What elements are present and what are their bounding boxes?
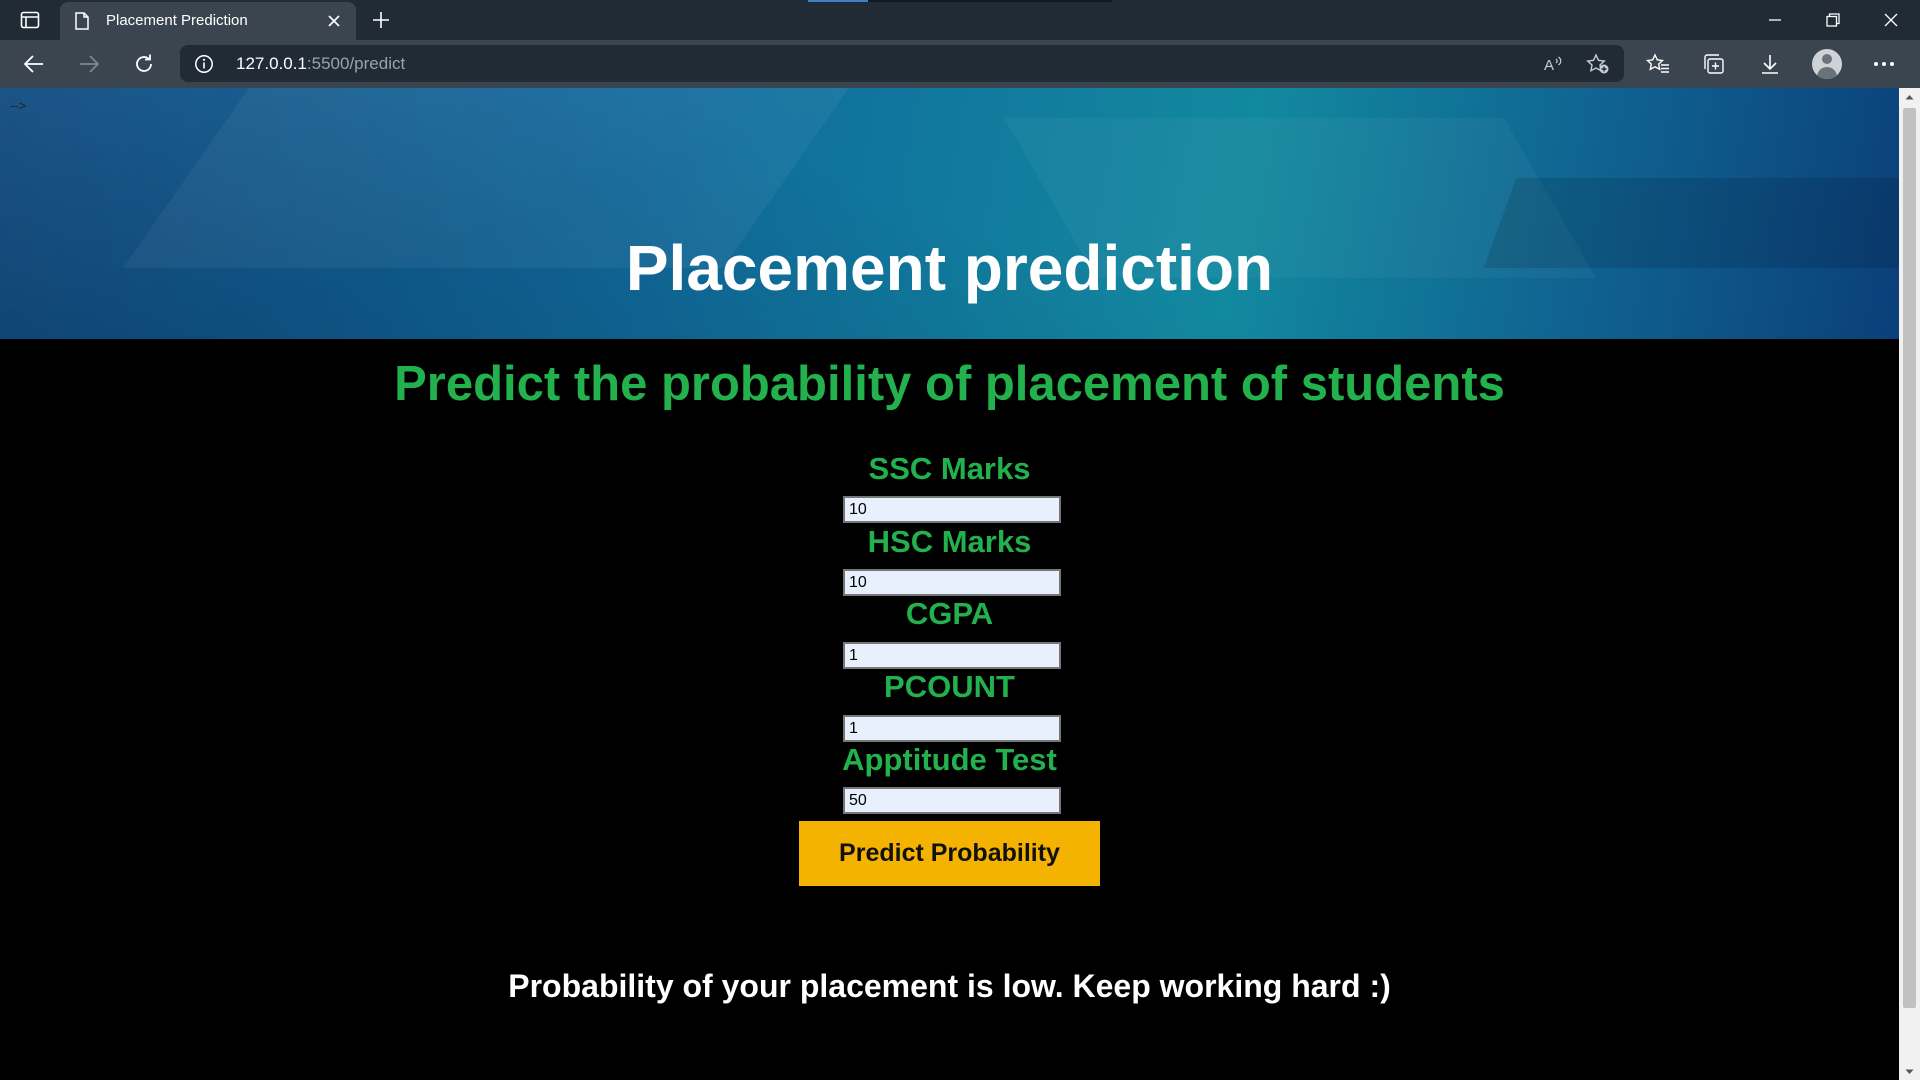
minimize-icon[interactable] — [1746, 0, 1804, 40]
url-path: :5500/predict — [306, 54, 406, 73]
tab-title: Placement Prediction — [106, 12, 248, 29]
predict-probability-button[interactable]: Predict Probability — [799, 821, 1100, 886]
aptitude-test-label: Apptitude Test — [842, 742, 1057, 777]
tab-actions-icon[interactable] — [14, 8, 46, 32]
svg-text:A: A — [1544, 57, 1554, 73]
hsc-marks-input[interactable] — [843, 569, 1061, 596]
ssc-marks-label: SSC Marks — [868, 451, 1031, 486]
close-window-icon[interactable] — [1862, 0, 1920, 40]
new-tab-icon[interactable] — [366, 6, 396, 34]
prediction-result-text: Probability of your placement is low. Ke… — [508, 968, 1391, 1004]
page-scrollbar[interactable] — [1899, 88, 1920, 1080]
forward-icon[interactable] — [71, 48, 107, 80]
favorites-icon[interactable] — [1640, 48, 1676, 80]
downloads-icon[interactable] — [1752, 48, 1788, 80]
hero-banner: --> Placement prediction — [0, 88, 1899, 339]
cgpa-label: CGPA — [905, 596, 994, 631]
read-aloud-icon[interactable]: A — [1540, 51, 1568, 77]
pcount-label: PCOUNT — [884, 669, 1015, 704]
pcount-input[interactable] — [843, 715, 1061, 742]
restore-icon[interactable] — [1804, 0, 1862, 40]
profile-avatar-icon[interactable] — [1812, 49, 1842, 79]
browser-nav-bar: 127.0.0.1:5500/predict A — [0, 40, 1920, 88]
close-tab-icon[interactable] — [322, 9, 346, 33]
more-menu-icon[interactable] — [1866, 48, 1902, 80]
aptitude-test-input[interactable] — [843, 787, 1061, 814]
page-title: Placement prediction — [625, 232, 1274, 304]
tab-placement-prediction[interactable]: Placement Prediction — [60, 2, 356, 40]
cgpa-input[interactable] — [843, 642, 1061, 669]
hsc-marks-label: HSC Marks — [867, 524, 1032, 559]
browser-tab-bar: Placement Prediction — [0, 0, 1920, 40]
site-info-icon[interactable] — [194, 54, 214, 79]
collections-icon[interactable] — [1696, 48, 1732, 80]
page-icon — [74, 12, 90, 35]
url-host: 127.0.0.1 — [236, 54, 307, 73]
page-viewport: --> Placement prediction Predict the pro… — [0, 88, 1899, 1080]
tab-strip-indicator — [868, 0, 1112, 2]
scroll-down-arrow-icon[interactable] — [1899, 1063, 1920, 1080]
page-subtitle: Predict the probability of placement of … — [394, 357, 1505, 411]
stray-comment-text: --> — [10, 98, 27, 113]
refresh-icon[interactable] — [126, 48, 162, 80]
scrollbar-thumb[interactable] — [1903, 108, 1916, 1008]
add-favorite-icon[interactable] — [1584, 51, 1612, 77]
ssc-marks-input[interactable] — [843, 496, 1061, 523]
back-icon[interactable] — [16, 48, 52, 80]
scroll-up-arrow-icon[interactable] — [1899, 88, 1920, 105]
address-bar[interactable]: 127.0.0.1:5500/predict A — [180, 45, 1624, 82]
url-text[interactable]: 127.0.0.1:5500/predict — [236, 54, 405, 74]
tab-strip-indicator — [808, 0, 868, 2]
